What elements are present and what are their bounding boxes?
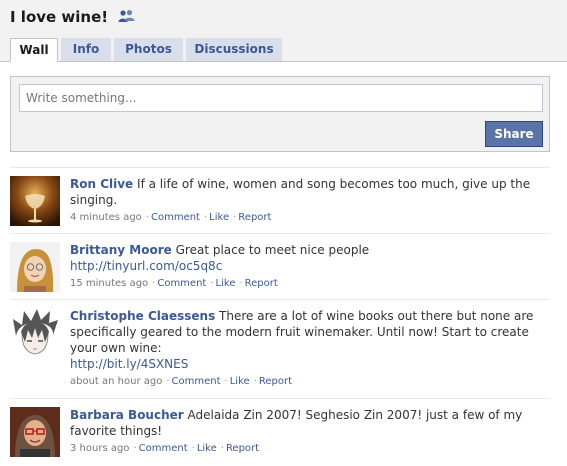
wall-post: Christophe Claessens There are a lot of …: [10, 299, 550, 399]
tab-info[interactable]: Info: [61, 38, 111, 61]
tab-wall[interactable]: Wall: [10, 38, 58, 62]
comment-link[interactable]: Comment: [157, 278, 206, 289]
tab-photos[interactable]: Photos: [114, 38, 183, 61]
post-author-link[interactable]: Barbara Boucher: [70, 408, 184, 422]
group-members-icon: [118, 10, 135, 22]
post-text: Great place to meet nice people: [175, 243, 370, 257]
report-link[interactable]: Report: [259, 376, 292, 387]
post-url-link[interactable]: http://tinyurl.com/oc5q8c: [70, 259, 222, 273]
wall-post: Brittany Moore Great place to meet nice …: [10, 233, 550, 300]
like-link[interactable]: Like: [216, 278, 236, 289]
like-link[interactable]: Like: [197, 443, 217, 454]
post-meta: 3 hours ago · Comment · Like · Report: [70, 443, 260, 454]
post-text: If a life of wine, women and song become…: [70, 177, 531, 207]
avatar[interactable]: [10, 308, 60, 358]
comment-link[interactable]: Comment: [139, 443, 188, 454]
avatar[interactable]: [10, 242, 60, 292]
report-link[interactable]: Report: [238, 212, 271, 223]
post-url-link[interactable]: http://bit.ly/4SXNES: [70, 357, 188, 371]
wall-composer: Share: [10, 76, 550, 152]
post-author-link[interactable]: Ron Clive: [70, 177, 133, 191]
group-header: I love wine! Wall Info Photos Discussion…: [0, 0, 567, 62]
post-meta: about an hour ago · Comment · Like · Report: [70, 376, 293, 387]
comment-link[interactable]: Comment: [172, 376, 221, 387]
like-link[interactable]: Like: [209, 212, 229, 223]
post-timestamp: 4 minutes ago: [70, 212, 142, 223]
report-link[interactable]: Report: [245, 278, 278, 289]
share-button[interactable]: Share: [485, 121, 543, 147]
avatar[interactable]: [10, 407, 60, 457]
comment-link[interactable]: Comment: [151, 212, 200, 223]
write-something-input[interactable]: [19, 84, 543, 112]
page-title: I love wine!: [10, 8, 109, 26]
wall-post: Ron Clive If a life of wine, women and s…: [10, 167, 550, 234]
post-timestamp: 15 minutes ago: [70, 278, 149, 289]
avatar[interactable]: [10, 176, 60, 226]
post-meta: 15 minutes ago · Comment · Like · Report: [70, 278, 278, 289]
report-link[interactable]: Report: [226, 443, 259, 454]
post-author-link[interactable]: Brittany Moore: [70, 243, 172, 257]
post-meta: 4 minutes ago · Comment · Like · Report: [70, 212, 272, 223]
post-timestamp: 3 hours ago: [70, 443, 130, 454]
wall-post: Barbara Boucher Adelaida Zin 2007! Seghe…: [10, 398, 550, 466]
post-timestamp: about an hour ago: [70, 376, 163, 387]
tab-discussions[interactable]: Discussions: [186, 38, 282, 61]
post-author-link[interactable]: Christophe Claessens: [70, 309, 215, 323]
like-link[interactable]: Like: [230, 376, 250, 387]
